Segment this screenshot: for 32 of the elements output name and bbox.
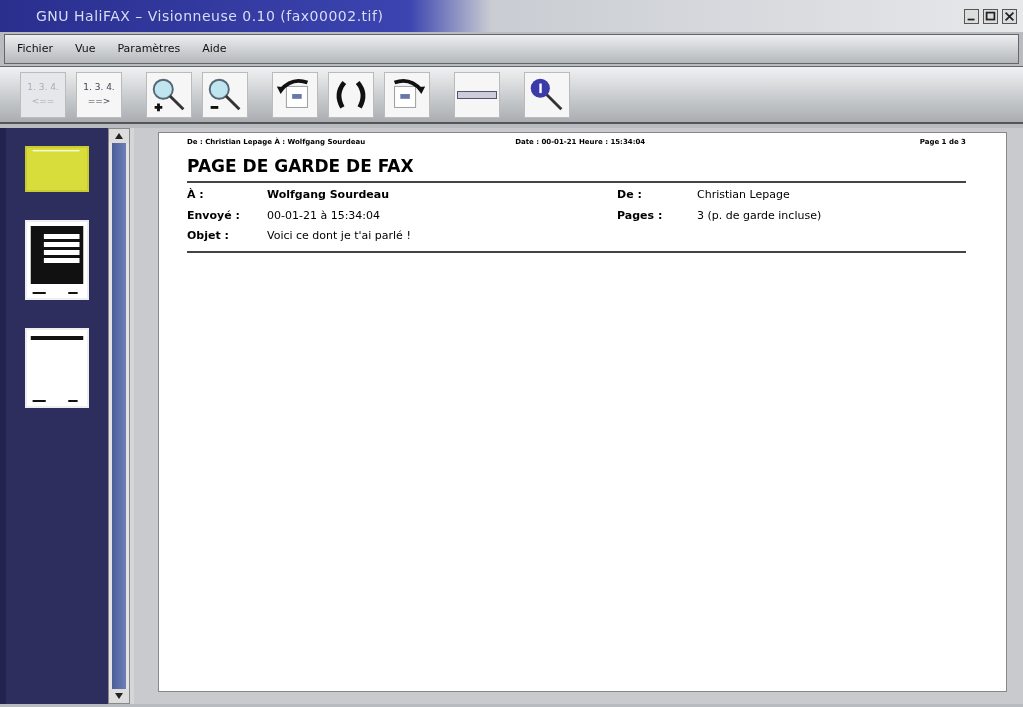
field-value: 00-01-21 à 15:34:04 [267, 207, 382, 224]
field-value: Voici ce dont je t'ai parlé ! [267, 228, 412, 244]
rotate-right-button[interactable] [384, 71, 430, 118]
zoom-out-button[interactable] [202, 71, 248, 118]
menu-item[interactable]: Vue [74, 40, 96, 58]
horizontal-bar-icon [457, 90, 497, 99]
maximize-icon[interactable] [983, 8, 998, 24]
scroll-down-icon[interactable] [115, 693, 123, 699]
close-icon[interactable] [1002, 8, 1017, 24]
window-title: GNU HaliFAX – Visionneuse 0.10 (fax00002.tif) [36, 6, 385, 26]
vertical-scrollbar[interactable] [108, 128, 130, 704]
rotate-left-button[interactable] [272, 71, 318, 118]
field-label: De : [617, 187, 643, 203]
menu-item[interactable]: Paramètres [117, 40, 181, 58]
field-value: Christian Lepage [697, 187, 791, 203]
zoom-in-button[interactable] [146, 71, 192, 118]
scroll-up-icon[interactable] [115, 133, 123, 139]
next-page-button[interactable]: 1. 3. 4. ==> [76, 71, 122, 118]
menu-item[interactable]: Fichier [17, 40, 53, 58]
page-title: PAGE DE GARDE DE FAX [187, 154, 415, 178]
field-label: À : [187, 187, 205, 203]
field-label: Objet : [187, 228, 230, 244]
fit-width-button[interactable] [454, 71, 500, 118]
flip-button[interactable] [328, 71, 374, 118]
minimize-icon[interactable] [964, 8, 979, 24]
menu-item[interactable]: Aide [202, 40, 227, 58]
info-button[interactable] [524, 71, 570, 118]
field-label: Envoyé : [187, 207, 241, 224]
field-label: Pages : [617, 207, 664, 224]
field-value: 3 (p. de garde incluse) [697, 207, 823, 224]
field-value: Wolfgang Sourdeau [267, 187, 390, 203]
page-thumbnail[interactable] [25, 146, 89, 192]
